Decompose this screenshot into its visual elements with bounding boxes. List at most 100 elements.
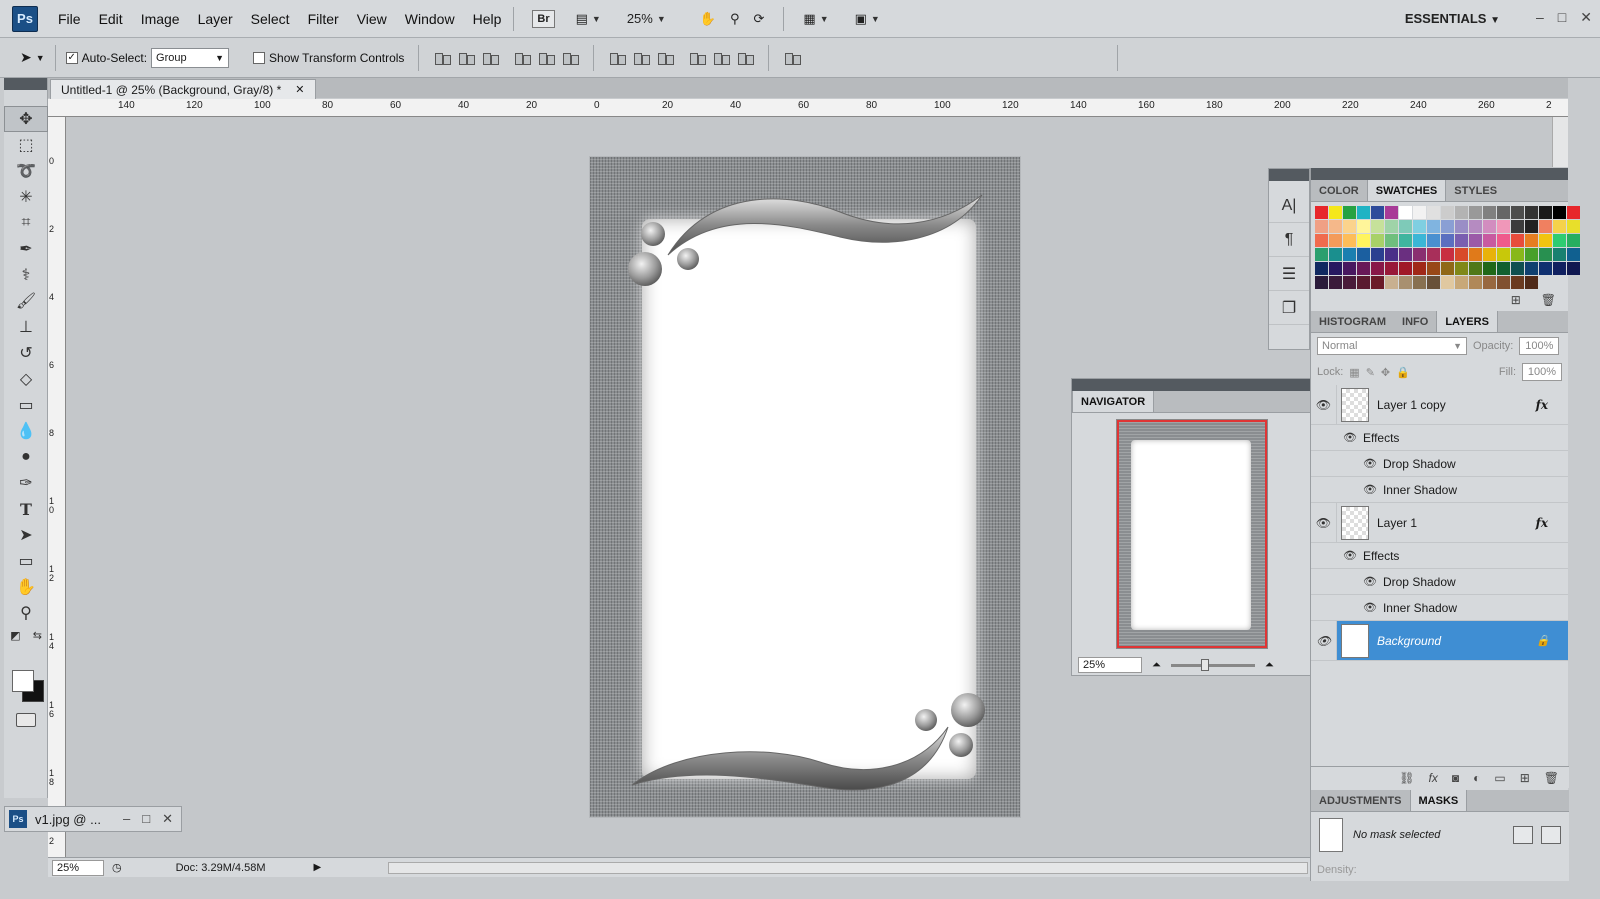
color-swatch[interactable]	[1455, 234, 1468, 247]
show-transform-checkbox[interactable]	[253, 51, 266, 64]
color-swatch[interactable]	[1329, 234, 1342, 247]
tab-layers[interactable]: LAYERS	[1436, 311, 1498, 332]
minimize-icon[interactable]: –	[123, 811, 130, 827]
layer-effects-row[interactable]: 👁 Effects	[1311, 543, 1568, 569]
menu-layer[interactable]: Layer	[198, 11, 233, 27]
color-swatch[interactable]	[1329, 276, 1342, 289]
color-swatch[interactable]	[1413, 234, 1426, 247]
brush-tool[interactable]: 🖌	[4, 288, 48, 314]
color-swatch[interactable]	[1343, 234, 1356, 247]
dock-header[interactable]	[1269, 169, 1309, 181]
brushes-panel-button[interactable]: ☰	[1269, 257, 1309, 291]
color-swatch[interactable]	[1525, 220, 1538, 233]
layer-effect-row[interactable]: 👁 Drop Shadow	[1311, 451, 1568, 477]
color-swatch[interactable]	[1385, 206, 1398, 219]
color-swatch[interactable]	[1567, 220, 1580, 233]
rotate-view-button[interactable]: ⟳	[747, 7, 772, 31]
trash-icon[interactable]: 🗑	[1541, 293, 1556, 307]
color-swatch[interactable]	[1315, 276, 1328, 289]
color-swatch[interactable]	[1553, 220, 1566, 233]
color-swatch[interactable]	[1553, 206, 1566, 219]
color-swatch[interactable]	[1371, 262, 1384, 275]
close-icon[interactable]: ✕	[162, 811, 173, 827]
status-info-icon[interactable]: ◷	[112, 861, 122, 874]
color-swatch[interactable]	[1539, 248, 1552, 261]
distribute-left-icon[interactable]	[688, 50, 707, 66]
color-swatch[interactable]	[1525, 276, 1538, 289]
color-swatch[interactable]	[1511, 262, 1524, 275]
zoom-level-dropdown[interactable]: 25% ▼	[620, 7, 673, 31]
color-swatch[interactable]	[1483, 262, 1496, 275]
clone-source-panel-button[interactable]: ❐	[1269, 291, 1309, 325]
color-swatch[interactable]	[1413, 262, 1426, 275]
color-swatch[interactable]	[1511, 248, 1524, 261]
color-swatch[interactable]	[1427, 276, 1440, 289]
color-swatch[interactable]	[1371, 220, 1384, 233]
color-swatch[interactable]	[1357, 276, 1370, 289]
color-swatch[interactable]	[1483, 206, 1496, 219]
color-swatch[interactable]	[1469, 262, 1482, 275]
clone-stamp-tool[interactable]: ⊥	[4, 314, 48, 340]
color-swatch[interactable]	[1343, 262, 1356, 275]
lock-all-icon[interactable]: 🔒	[1396, 366, 1410, 379]
color-swatch[interactable]	[1357, 234, 1370, 247]
color-swatch[interactable]	[1525, 262, 1538, 275]
color-swatch[interactable]	[1567, 206, 1580, 219]
color-swatch[interactable]	[1385, 276, 1398, 289]
navigator-header[interactable]	[1072, 379, 1310, 391]
color-swatch[interactable]	[1315, 248, 1328, 261]
align-vcenter-icon[interactable]	[457, 50, 476, 66]
color-swatch[interactable]	[1329, 248, 1342, 261]
color-swatch[interactable]	[1525, 206, 1538, 219]
navigator-zoom-field[interactable]: 25%	[1078, 657, 1142, 673]
color-swatch[interactable]	[1343, 206, 1356, 219]
add-mask-icon[interactable]: ◙	[1452, 771, 1459, 785]
close-icon[interactable]: ✕	[1580, 9, 1592, 26]
lasso-tool[interactable]: ➰	[4, 158, 48, 184]
tab-histogram[interactable]: HISTOGRAM	[1311, 311, 1394, 332]
status-menu-arrow-icon[interactable]: ▶	[313, 862, 321, 873]
visibility-eye-icon[interactable]: 👁	[1311, 503, 1337, 542]
menu-filter[interactable]: Filter	[308, 11, 339, 27]
status-zoom-field[interactable]: 25%	[52, 859, 104, 876]
align-hcenter-icon[interactable]	[537, 50, 556, 66]
color-swatch[interactable]	[1385, 248, 1398, 261]
fill-field[interactable]: 100%	[1522, 363, 1562, 381]
color-swatch[interactable]	[1385, 262, 1398, 275]
maximize-icon[interactable]: □	[1558, 9, 1566, 26]
color-swatch[interactable]	[1483, 276, 1496, 289]
visibility-eye-icon[interactable]: 👁	[1311, 385, 1337, 424]
color-swatch[interactable]	[1469, 276, 1482, 289]
menu-view[interactable]: View	[357, 11, 387, 27]
color-swatch[interactable]	[1469, 220, 1482, 233]
color-swatch[interactable]	[1427, 206, 1440, 219]
layer-effect-row[interactable]: 👁 Drop Shadow	[1311, 569, 1568, 595]
auto-select-group-dropdown[interactable]: Group ▼	[151, 47, 230, 68]
opacity-field[interactable]: 100%	[1519, 337, 1560, 355]
color-swatch[interactable]	[1525, 248, 1538, 261]
color-swatch[interactable]	[1357, 206, 1370, 219]
layer-effect-row[interactable]: 👁 Inner Shadow	[1311, 595, 1568, 621]
color-swatch[interactable]	[1427, 248, 1440, 261]
tab-info[interactable]: INFO	[1394, 311, 1436, 332]
pen-tool[interactable]: ✑	[4, 470, 48, 496]
distribute-bottom-icon[interactable]	[656, 50, 675, 66]
workspace-switcher[interactable]: ESSENTIALS ▼	[1405, 11, 1500, 26]
effect-eye-icon[interactable]: 👁	[1343, 431, 1357, 444]
lock-pixels-icon[interactable]: ✎	[1366, 366, 1375, 379]
zoom-tool-button[interactable]: ⚲	[723, 7, 747, 31]
effect-eye-icon[interactable]: 👁	[1343, 549, 1357, 562]
color-swatch[interactable]	[1371, 276, 1384, 289]
color-swatch[interactable]	[1511, 206, 1524, 219]
paragraph-panel-button[interactable]: ¶	[1269, 223, 1309, 257]
history-brush-tool[interactable]: ↺	[4, 340, 48, 366]
color-swatch[interactable]	[1385, 234, 1398, 247]
visibility-eye-icon[interactable]: 👁	[1311, 621, 1337, 660]
layer-row-layer-1[interactable]: 👁 Layer 1 fx	[1311, 503, 1568, 543]
effect-eye-icon[interactable]: 👁	[1363, 457, 1377, 470]
color-swatch[interactable]	[1455, 220, 1468, 233]
pixel-mask-button[interactable]	[1513, 826, 1533, 844]
layer-effect-row[interactable]: 👁 Inner Shadow	[1311, 477, 1568, 503]
color-swatch[interactable]	[1483, 220, 1496, 233]
character-panel-button[interactable]: A|	[1269, 189, 1309, 223]
